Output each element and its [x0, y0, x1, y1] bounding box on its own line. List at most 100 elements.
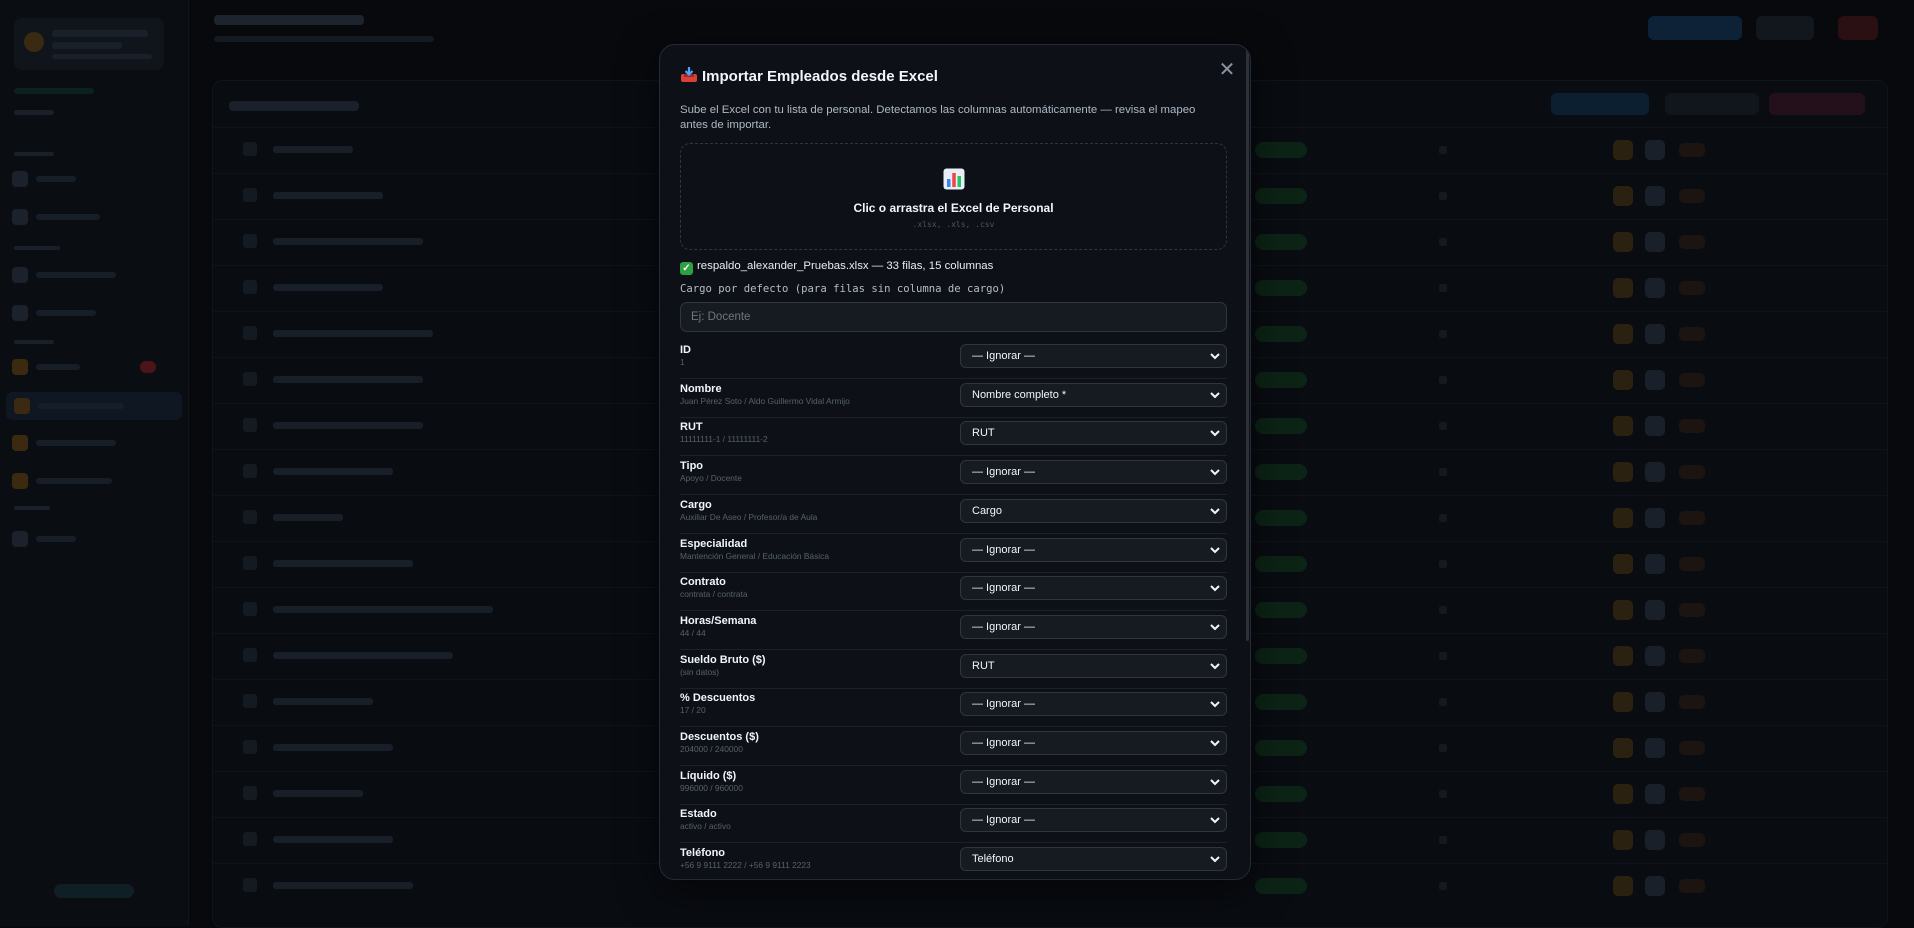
sidebar-item[interactable]: [12, 302, 162, 324]
row-checkbox[interactable]: [243, 372, 257, 386]
view-icon[interactable]: [1645, 186, 1665, 206]
field-mapping-select[interactable]: — Ignorar —: [960, 538, 1227, 562]
field-mapping-select[interactable]: — Ignorar —: [960, 460, 1227, 484]
file-dropzone[interactable]: Clic o arrastra el Excel de Personal .xl…: [680, 143, 1227, 250]
close-icon[interactable]: ✕: [1216, 59, 1238, 81]
delete-button[interactable]: [1679, 787, 1705, 801]
delete-button[interactable]: [1679, 603, 1705, 617]
panel-button[interactable]: [1551, 93, 1649, 115]
field-mapping-select[interactable]: RUT: [960, 654, 1227, 678]
panel-button[interactable]: [1665, 93, 1759, 115]
field-mapping-select[interactable]: — Ignorar —: [960, 808, 1227, 832]
delete-button[interactable]: [1679, 235, 1705, 249]
edit-icon[interactable]: [1613, 416, 1633, 436]
panel-button[interactable]: [1769, 93, 1865, 115]
view-icon[interactable]: [1645, 554, 1665, 574]
sidebar-item[interactable]: [12, 264, 162, 286]
edit-icon[interactable]: [1613, 140, 1633, 160]
edit-icon[interactable]: [1613, 232, 1633, 252]
field-mapping-select[interactable]: — Ignorar —: [960, 770, 1227, 794]
edit-icon[interactable]: [1613, 370, 1633, 390]
view-icon[interactable]: [1645, 784, 1665, 804]
field-mapping-select[interactable]: — Ignorar —: [960, 731, 1227, 755]
sidebar-item[interactable]: [12, 470, 162, 492]
edit-icon[interactable]: [1613, 508, 1633, 528]
delete-button[interactable]: [1679, 281, 1705, 295]
row-checkbox[interactable]: [243, 878, 257, 892]
edit-icon[interactable]: [1613, 186, 1633, 206]
row-checkbox[interactable]: [243, 234, 257, 248]
field-mapping-select[interactable]: — Ignorar —: [960, 615, 1227, 639]
row-checkbox[interactable]: [243, 602, 257, 616]
edit-icon[interactable]: [1613, 784, 1633, 804]
delete-button[interactable]: [1679, 511, 1705, 525]
view-icon[interactable]: [1645, 876, 1665, 896]
sidebar-item[interactable]: [12, 432, 162, 454]
row-checkbox[interactable]: [243, 142, 257, 156]
edit-icon[interactable]: [1613, 876, 1633, 896]
view-icon[interactable]: [1645, 646, 1665, 666]
row-checkbox[interactable]: [243, 326, 257, 340]
row-checkbox[interactable]: [243, 556, 257, 570]
view-icon[interactable]: [1645, 370, 1665, 390]
field-mapping-select[interactable]: Cargo: [960, 499, 1227, 523]
view-icon[interactable]: [1645, 692, 1665, 712]
edit-icon[interactable]: [1613, 738, 1633, 758]
row-checkbox[interactable]: [243, 648, 257, 662]
edit-icon[interactable]: [1613, 324, 1633, 344]
field-mapping-select[interactable]: — Ignorar —: [960, 344, 1227, 368]
sidebar-item[interactable]: [12, 168, 162, 190]
view-icon[interactable]: [1645, 738, 1665, 758]
delete-button[interactable]: [1679, 879, 1705, 893]
row-checkbox[interactable]: [243, 694, 257, 708]
delete-button[interactable]: [1679, 373, 1705, 387]
field-mapping-select[interactable]: — Ignorar —: [960, 692, 1227, 716]
row-checkbox[interactable]: [243, 280, 257, 294]
view-icon[interactable]: [1645, 462, 1665, 482]
view-icon[interactable]: [1645, 416, 1665, 436]
delete-button[interactable]: [1679, 419, 1705, 433]
delete-button[interactable]: [1679, 557, 1705, 571]
delete-button[interactable]: [1679, 695, 1705, 709]
edit-icon[interactable]: [1613, 462, 1633, 482]
delete-button[interactable]: [1679, 189, 1705, 203]
view-icon[interactable]: [1645, 600, 1665, 620]
view-icon[interactable]: [1645, 278, 1665, 298]
delete-button[interactable]: [1679, 741, 1705, 755]
row-checkbox[interactable]: [243, 464, 257, 478]
view-icon[interactable]: [1645, 830, 1665, 850]
sidebar-item[interactable]: [12, 528, 162, 550]
modal-scrollbar[interactable]: [1246, 45, 1249, 641]
row-checkbox[interactable]: [243, 786, 257, 800]
sidebar-item[interactable]: [12, 356, 162, 378]
edit-icon[interactable]: [1613, 646, 1633, 666]
top-bar-button[interactable]: [1756, 16, 1814, 40]
view-icon[interactable]: [1645, 324, 1665, 344]
delete-button[interactable]: [1679, 327, 1705, 341]
field-mapping-select[interactable]: Teléfono: [960, 847, 1227, 871]
row-checkbox[interactable]: [243, 510, 257, 524]
edit-icon[interactable]: [1613, 830, 1633, 850]
view-icon[interactable]: [1645, 232, 1665, 252]
top-bar-button[interactable]: [1838, 16, 1878, 40]
default-cargo-input[interactable]: [680, 302, 1227, 332]
delete-button[interactable]: [1679, 465, 1705, 479]
delete-button[interactable]: [1679, 833, 1705, 847]
row-checkbox[interactable]: [243, 188, 257, 202]
delete-button[interactable]: [1679, 143, 1705, 157]
delete-button[interactable]: [1679, 649, 1705, 663]
row-checkbox[interactable]: [243, 832, 257, 846]
edit-icon[interactable]: [1613, 554, 1633, 574]
view-icon[interactable]: [1645, 140, 1665, 160]
edit-icon[interactable]: [1613, 278, 1633, 298]
field-mapping-select[interactable]: — Ignorar —: [960, 576, 1227, 600]
edit-icon[interactable]: [1613, 692, 1633, 712]
field-mapping-select[interactable]: RUT: [960, 421, 1227, 445]
view-icon[interactable]: [1645, 508, 1665, 528]
field-mapping-select[interactable]: Nombre completo *: [960, 383, 1227, 407]
row-checkbox[interactable]: [243, 418, 257, 432]
sidebar-item-active[interactable]: [6, 392, 182, 420]
row-checkbox[interactable]: [243, 740, 257, 754]
edit-icon[interactable]: [1613, 600, 1633, 620]
top-bar-button[interactable]: [1648, 16, 1742, 40]
